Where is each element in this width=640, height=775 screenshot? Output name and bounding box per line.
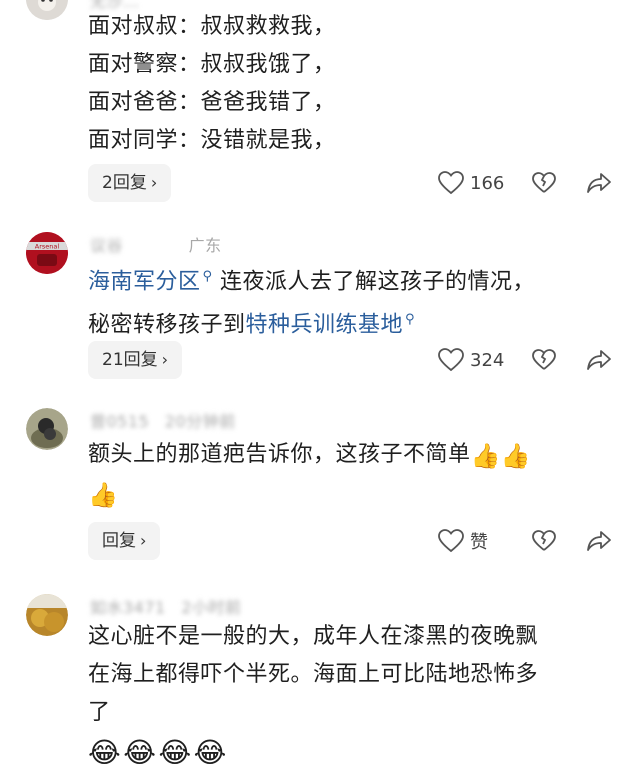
reply-label: 回复: [102, 531, 136, 551]
heart-outline-icon: [438, 529, 464, 553]
comment-time: 2小时前: [181, 598, 242, 617]
commenter-name[interactable]: 如水3471: [90, 598, 166, 617]
comment-line: 这心脏不是一般的大，成年人在漆黑的夜晚飘: [88, 624, 539, 649]
reply-count-label: 2回复: [102, 173, 147, 193]
view-replies-button[interactable]: 2回复 ›: [88, 164, 172, 202]
broken-heart-icon: [532, 349, 556, 370]
commenter-name[interactable]: 议谷: [90, 236, 123, 255]
dislike-button[interactable]: [532, 172, 556, 194]
search-icon: ⚲: [405, 312, 416, 328]
comment-line: 在海上都得吓个半死。海面上可比陆地恐怖多: [88, 662, 539, 687]
avatar[interactable]: Arsenal: [26, 232, 68, 274]
chevron-right-icon: ›: [150, 173, 158, 192]
comment-line-text: 秘密转移孩子到: [88, 312, 246, 338]
comment-meta: 议谷 广东: [90, 232, 222, 256]
comment-text: 这心脏不是一般的大，成年人在漆黑的夜晚飘 在海上都得吓个半死。海面上可比陆地恐怖…: [88, 618, 610, 775]
share-button[interactable]: [586, 172, 612, 194]
comment-line: 面对叔叔：叔叔救救我，: [88, 14, 336, 39]
comment-line-text: 连夜派人去了解这孩子的情况，: [220, 269, 536, 295]
search-link[interactable]: 海南军分区: [88, 269, 201, 294]
avatar[interactable]: [26, 594, 68, 636]
share-arrow-icon: [587, 350, 611, 370]
comment-line: 😂😂😂😂: [88, 734, 610, 775]
search-link[interactable]: 特种兵训练基地: [246, 313, 404, 338]
comment-line: 海南军分区 ⚲ 连夜派人去了解这孩子的情况，: [88, 258, 610, 301]
thumbs-up-emoji: 👍: [88, 481, 119, 509]
broken-heart-icon: [532, 172, 556, 193]
dislike-button[interactable]: [532, 530, 556, 552]
comment-meta: 曾0515 20分钟前: [90, 408, 236, 432]
search-icon: ⚲: [202, 269, 213, 284]
comment-line: 面对警察：叔叔我饿了，: [88, 52, 336, 77]
comment-text: 额头上的那道疤告诉你，这孩子不简单👍👍 👍: [88, 436, 610, 514]
chevron-right-icon: ›: [140, 531, 147, 550]
like-count: 324: [470, 349, 505, 371]
heart-outline-icon: [438, 348, 464, 372]
comment-line: 面对爸爸：爸爸我错了，: [88, 90, 336, 115]
avatar[interactable]: [26, 0, 68, 20]
laughing-tears-emoji: 😂: [158, 736, 192, 769]
comment-line: 额头上的那道疤告诉你，这孩子不简单👍👍: [88, 436, 610, 475]
like-button[interactable]: 赞: [438, 528, 510, 554]
comment-line: 秘密转移孩子到特种兵训练基地 ⚲: [88, 301, 610, 344]
like-count: 166: [470, 172, 505, 194]
reply-button[interactable]: 回复 ›: [88, 522, 161, 560]
commenter-name[interactable]: 曾0515: [90, 412, 149, 431]
avatar[interactable]: [26, 408, 68, 450]
laughing-tears-emoji: 😂: [88, 736, 122, 769]
comment-time: 20分钟前: [164, 412, 236, 431]
laughing-tears-emoji: 😂: [123, 736, 157, 769]
like-label: 赞: [470, 532, 488, 553]
comment-text: 海南军分区 ⚲ 连夜派人去了解这孩子的情况， 秘密转移孩子到特种兵训练基地 ⚲: [88, 258, 610, 345]
comment-location: 广东: [188, 236, 222, 255]
laughing-tears-emoji: 😂: [193, 736, 227, 769]
share-arrow-icon: [587, 531, 611, 551]
reply-count-label: 21回复: [102, 350, 158, 370]
dislike-button[interactable]: [532, 349, 556, 371]
avatar-logo-text: Arsenal: [35, 243, 60, 251]
heart-outline-icon: [438, 171, 464, 195]
broken-heart-icon: [532, 530, 556, 551]
like-button[interactable]: 324: [438, 348, 510, 372]
thumbs-up-emoji: 👍: [470, 442, 501, 470]
view-replies-button[interactable]: 21回复 ›: [88, 341, 183, 379]
comment-line: 了: [88, 700, 111, 725]
comment-meta: 如水3471 2小时前: [90, 594, 242, 618]
comment-line: 👍: [88, 475, 610, 514]
like-button[interactable]: 166: [438, 171, 510, 195]
comment-actions: 166: [438, 164, 612, 202]
share-button[interactable]: [586, 349, 612, 371]
thumbs-up-emoji: 👍: [500, 442, 532, 470]
comment-actions: 赞: [438, 522, 612, 560]
comment-actions: 324: [438, 341, 612, 379]
comment-line: 面对同学：没错就是我，: [88, 128, 336, 153]
chevron-right-icon: ›: [161, 350, 169, 369]
share-button[interactable]: [586, 530, 612, 552]
comment-line-text: 额头上的那道疤告诉你，这孩子不简单: [88, 442, 471, 467]
comment-text: 面对叔叔：叔叔救救我， 面对警察：叔叔我饿了， 面对爸爸：爸爸我错了， 面对同学…: [88, 8, 610, 160]
share-arrow-icon: [587, 173, 611, 193]
